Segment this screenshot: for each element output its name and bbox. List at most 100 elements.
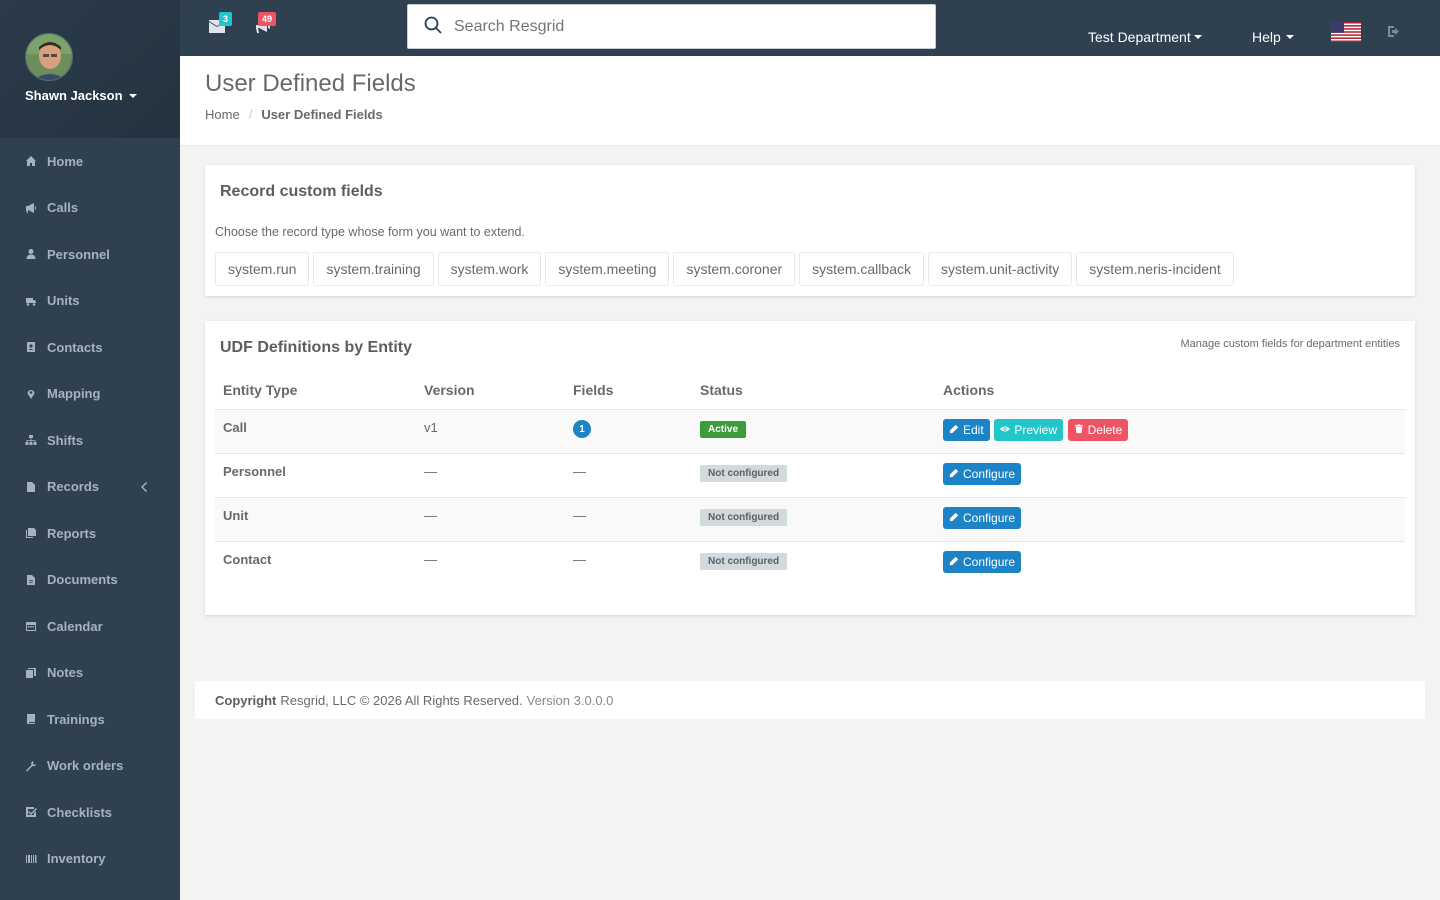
record-type-button-system-unit-activity[interactable]: system.unit-activity [927,252,1073,286]
status-badge: Not configured [700,552,788,570]
profile-name: Shawn Jackson [25,88,123,103]
column-header-fields: Fields [565,371,692,410]
chevron-left-icon [137,480,151,494]
footer-version: Version 3.0.0.0 [526,692,614,708]
sidebar-item-label: Reports [47,525,97,541]
topbar: 3 49 Test Department Help [180,0,1440,56]
breadcrumb-home-link[interactable]: Home [205,107,240,122]
preview-button-label: Preview [1014,422,1057,437]
entity-type-cell: Call [215,409,416,454]
sidebar-item-label: Shifts [47,432,84,448]
configure-button-label: Configure [963,554,1016,569]
sidebar-item-label: Checklists [47,804,113,820]
search-box[interactable] [407,4,936,49]
column-header-actions: Actions [935,371,1405,410]
sidebar-item-shifts[interactable]: Shifts [0,417,180,464]
wrench-icon [24,759,38,773]
reports-icon [24,526,38,540]
actions-cell: Configure [935,541,1405,585]
sidebar-item-inventory[interactable]: Inventory [0,836,180,883]
actions-cell: Edit Preview Delete [935,409,1405,454]
record-type-button-system-neris-incident[interactable]: system.neris-incident [1076,252,1234,286]
sidebar-item-records[interactable]: Records [0,464,180,511]
entity-type-cell: Contact [223,551,272,567]
map-marker-icon [24,387,38,401]
status-cell: Not configured [692,541,935,585]
record-type-button-system-meeting[interactable]: system.meeting [545,252,670,286]
column-header-entity-type: Entity Type [215,371,416,410]
sidebar-item-label: Units [47,293,80,309]
sidebar-item-contacts[interactable]: Contacts [0,324,180,371]
status-badge: Active [700,420,747,438]
table-row: Personnel — — Not configured Configure [215,453,1405,498]
configure-button[interactable]: Configure [943,550,1022,573]
edit-button[interactable]: Edit [943,418,990,441]
footer: Copyright Resgrid, LLC © 2026 All Rights… [195,681,1425,719]
search-input[interactable] [454,17,874,36]
sidebar-item-calls[interactable]: Calls [0,185,180,232]
configure-button-label: Configure [963,510,1016,525]
sidebar-item-calendar[interactable]: Calendar [0,603,180,650]
delete-button[interactable]: Delete [1067,418,1129,441]
configure-button[interactable]: Configure [943,462,1022,485]
sidebar-item-label: Calendar [47,618,103,634]
sidebar-item-personnel[interactable]: Personnel [0,231,180,278]
record-type-button-system-training[interactable]: system.training [313,252,434,286]
status-badge: Not configured [700,508,788,526]
sidebar-item-label: Inventory [47,851,106,867]
sidebar-item-label: Mapping [47,386,101,402]
sidebar-item-notes[interactable]: Notes [0,650,180,697]
record-panel-help: Choose the record type whose form you wa… [215,225,525,239]
fields-value: — [573,551,586,567]
trash-icon [1074,423,1088,437]
record-type-button-system-coroner[interactable]: system.coroner [673,252,796,286]
preview-button[interactable]: Preview [994,418,1063,441]
sign-out-icon[interactable] [1388,25,1401,40]
table-row: Contact — — Not configured Configure [215,541,1405,585]
sidebar-item-label: Home [47,153,84,169]
avatar[interactable] [25,33,73,81]
calendar-icon [24,619,38,633]
fields-value: — [573,463,586,479]
sidebar-item-checklists[interactable]: Checklists [0,789,180,836]
user-icon [24,247,38,261]
sidebar-item-label: Documents [47,572,118,588]
us-flag-icon[interactable] [1331,22,1361,43]
help-dropdown[interactable]: Help [1252,29,1294,45]
fields-cell: 1 [565,409,692,454]
fields-cell: — [565,541,692,585]
sidebar-item-work-orders[interactable]: Work orders [0,743,180,790]
udf-table: Entity Type Version Fields Status Action… [215,371,1405,585]
configure-button[interactable]: Configure [943,506,1022,529]
record-type-button-system-work[interactable]: system.work [437,252,542,286]
department-dropdown[interactable]: Test Department [1088,29,1202,45]
book-icon [24,712,38,726]
record-type-button-system-callback[interactable]: system.callback [799,252,924,286]
sidebar: Shawn Jackson Home Calls Personnel Units Con… [0,0,180,900]
edit-button-label: Edit [963,422,984,437]
actions-cell: Configure [935,453,1405,498]
status-cell: Active [692,409,935,454]
sidebar-item-mapping[interactable]: Mapping [0,371,180,418]
record-type-button-system-run[interactable]: system.run [215,252,310,286]
version-cell: — [416,453,565,498]
calls-notification-button[interactable]: 49 [255,12,277,37]
sidebar-item-label: Contacts [47,339,103,355]
column-header-status: Status [692,371,935,410]
record-custom-fields-panel: Record custom fields Choose the record t… [205,165,1415,296]
pencil-icon [949,423,963,437]
sidebar-item-reports[interactable]: Reports [0,510,180,557]
entity-type-cell: Unit [215,497,416,542]
sidebar-item-units[interactable]: Units [0,278,180,325]
udf-panel-title: UDF Definitions by Entity [220,339,412,356]
sidebar-item-documents[interactable]: Documents [0,557,180,604]
messages-button[interactable]: 3 [209,12,233,37]
sidebar-item-trainings[interactable]: Trainings [0,696,180,743]
sidebar-item-home[interactable]: Home [0,138,180,185]
sidebar-item-label: Notes [47,665,84,681]
pencil-icon [949,467,963,481]
footer-copyright-label: Copyright [215,692,277,708]
delete-button-label: Delete [1087,422,1123,437]
profile-name-dropdown[interactable]: Shawn Jackson [25,88,180,103]
status-cell: Not configured [692,453,935,498]
